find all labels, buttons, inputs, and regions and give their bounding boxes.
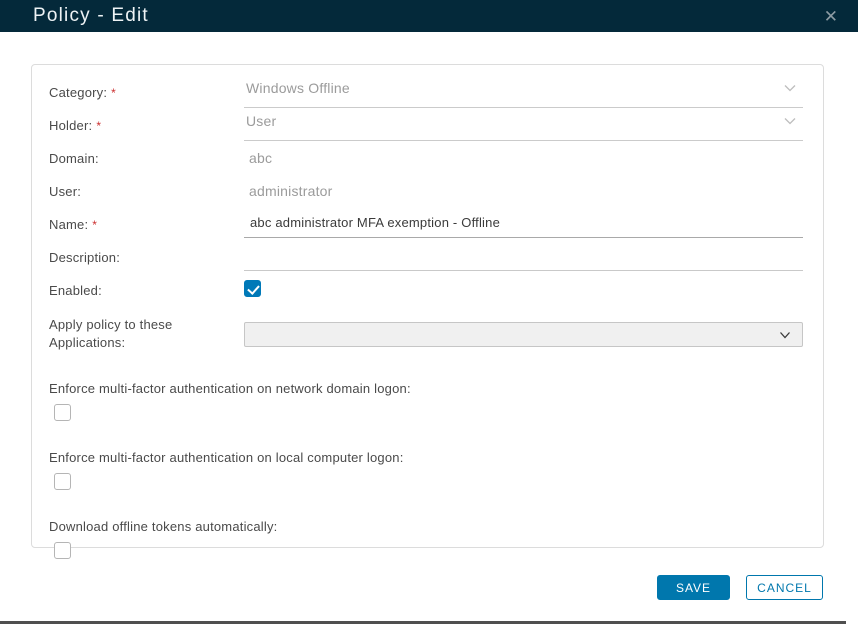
user-label: User: [49, 184, 244, 199]
holder-selected-value: User [246, 113, 276, 129]
close-icon[interactable]: ✕ [820, 6, 842, 27]
user-value: administrator [244, 183, 333, 199]
cancel-button[interactable]: CANCEL [746, 575, 823, 600]
name-input[interactable] [244, 211, 803, 238]
download-offline-tokens-group: Download offline tokens automatically: [49, 519, 803, 564]
required-marker: * [96, 119, 101, 133]
dialog-actions: SAVE CANCEL [657, 575, 823, 600]
dialog-title: Policy - Edit [33, 5, 149, 27]
user-row: User: administrator [49, 175, 803, 208]
chevron-down-icon [783, 81, 797, 95]
chevron-down-icon [783, 114, 797, 128]
category-row: Category:* Windows Offline [49, 76, 803, 109]
chevron-down-icon [778, 328, 792, 342]
mfa-network-logon-group: Enforce multi-factor authentication on n… [49, 381, 803, 426]
applications-row: Apply policy to these Applications: [49, 312, 803, 356]
dialog-titlebar: Policy - Edit ✕ [0, 0, 858, 32]
applications-label: Apply policy to these Applications: [49, 316, 244, 352]
mfa-network-logon-checkbox[interactable] [54, 404, 71, 421]
domain-value: abc [244, 150, 272, 166]
required-marker: * [111, 86, 116, 100]
window-bottom-edge [0, 621, 846, 624]
download-offline-tokens-checkbox[interactable] [54, 542, 71, 559]
name-label: Name:* [49, 217, 244, 232]
category-dropdown[interactable]: Windows Offline [244, 77, 803, 108]
category-selected-value: Windows Offline [246, 80, 350, 96]
save-button[interactable]: SAVE [657, 575, 730, 600]
description-label: Description: [49, 250, 244, 265]
policy-edit-form-panel: Category:* Windows Offline Holder:* User… [31, 64, 824, 548]
mfa-network-logon-label: Enforce multi-factor authentication on n… [49, 381, 803, 396]
holder-dropdown[interactable]: User [244, 110, 803, 141]
applications-selected-value [245, 327, 253, 342]
required-marker: * [92, 218, 97, 232]
description-row: Description: [49, 241, 803, 274]
mfa-local-logon-checkbox[interactable] [54, 473, 71, 490]
enabled-row: Enabled: [49, 274, 803, 307]
download-offline-tokens-label: Download offline tokens automatically: [49, 519, 803, 534]
enabled-checkbox[interactable] [244, 280, 261, 297]
enabled-label: Enabled: [49, 283, 244, 298]
description-input[interactable] [244, 244, 803, 271]
domain-label: Domain: [49, 151, 244, 166]
holder-row: Holder:* User [49, 109, 803, 142]
mfa-local-logon-group: Enforce multi-factor authentication on l… [49, 450, 803, 495]
domain-row: Domain: abc [49, 142, 803, 175]
category-label: Category:* [49, 85, 244, 100]
applications-select[interactable] [244, 322, 803, 347]
mfa-local-logon-label: Enforce multi-factor authentication on l… [49, 450, 803, 465]
name-row: Name:* [49, 208, 803, 241]
holder-label: Holder:* [49, 118, 244, 133]
